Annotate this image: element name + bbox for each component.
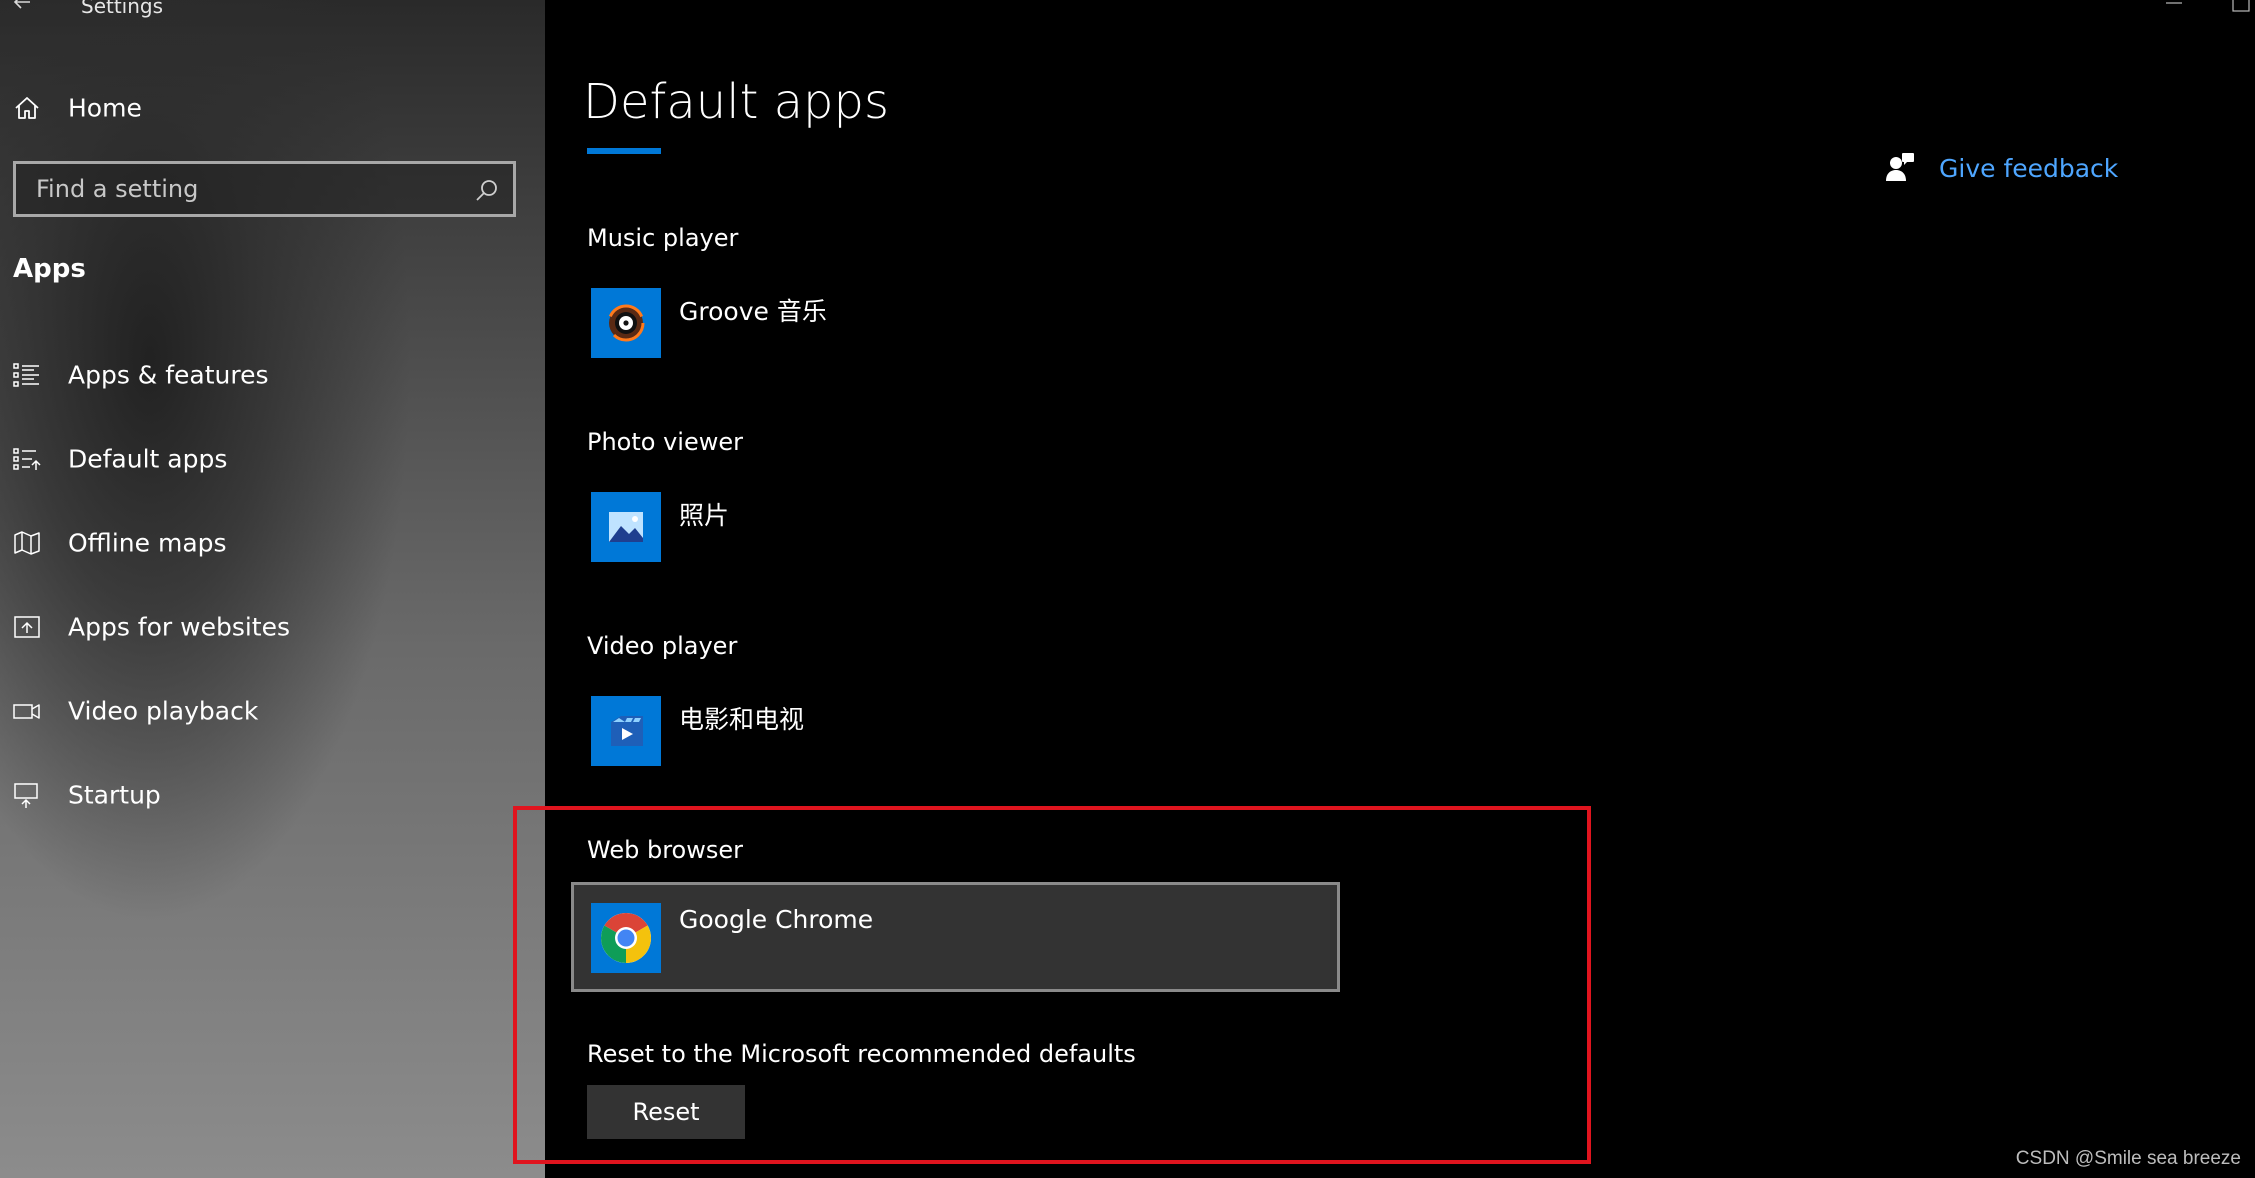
section-title: Apps xyxy=(13,254,86,284)
video-camera-icon xyxy=(13,704,40,719)
main-content: Default apps Give feedback Music player … xyxy=(545,0,2255,1178)
sidebar-item-label: Video playback xyxy=(68,696,259,726)
nav-home-label: Home xyxy=(68,93,142,123)
reset-label: Reset to the Microsoft recommended defau… xyxy=(587,1040,1136,1068)
reset-button[interactable]: Reset xyxy=(587,1085,745,1139)
web-browser-button[interactable]: Google Chrome xyxy=(571,882,1340,992)
default-apps-icon xyxy=(13,448,41,470)
photo-app-tile[interactable] xyxy=(591,492,661,562)
sidebar-item-offline-maps[interactable]: Offline maps xyxy=(0,513,545,573)
sidebar-item-label: Apps for websites xyxy=(68,612,291,642)
music-app-tile[interactable] xyxy=(591,288,661,358)
photos-icon xyxy=(609,512,643,542)
sidebar-item-startup[interactable]: Startup xyxy=(0,765,545,825)
sidebar-item-video-playback[interactable]: Video playback xyxy=(0,681,545,741)
give-feedback-label: Give feedback xyxy=(1939,154,2119,183)
browser-app-tile xyxy=(591,903,661,973)
sidebar-item-default-apps[interactable]: Default apps xyxy=(0,429,545,489)
sidebar-item-label: Apps & features xyxy=(68,360,269,390)
maximize-icon[interactable] xyxy=(2232,0,2250,12)
video-app-name: 电影和电视 xyxy=(679,705,805,734)
browser-app-name: Google Chrome xyxy=(679,905,874,934)
category-label-photo: Photo viewer xyxy=(587,428,743,456)
sidebar-item-apps-for-websites[interactable]: Apps for websites xyxy=(0,597,545,657)
feedback-person-icon xyxy=(1886,153,1914,181)
give-feedback-link[interactable]: Give feedback xyxy=(1885,148,2125,188)
music-app-name: Groove 音乐 xyxy=(679,297,827,326)
video-app-tile[interactable] xyxy=(591,696,661,766)
sidebar-item-apps-features[interactable]: Apps & features xyxy=(0,345,545,405)
sidebar-item-label: Offline maps xyxy=(68,528,227,558)
app-title: Settings xyxy=(81,0,164,18)
sidebar: Settings Home Apps Apps & features xyxy=(0,0,545,1178)
home-icon xyxy=(15,97,39,119)
sidebar-item-label: Default apps xyxy=(68,444,228,474)
map-icon xyxy=(14,531,40,555)
search-box[interactable] xyxy=(13,161,516,217)
startup-icon xyxy=(14,783,38,808)
list-icon xyxy=(13,363,39,387)
page-title: Default apps xyxy=(583,74,889,130)
sidebar-item-label: Startup xyxy=(68,780,161,810)
photo-app-name: 照片 xyxy=(679,501,730,530)
title-accent-bar xyxy=(587,148,661,154)
search-input[interactable] xyxy=(16,164,513,214)
movies-tv-icon xyxy=(611,716,643,746)
category-label-browser: Web browser xyxy=(587,836,743,864)
nav-home[interactable]: Home xyxy=(0,82,545,134)
search-icon[interactable] xyxy=(474,177,500,203)
groove-music-icon xyxy=(607,304,645,342)
chrome-icon xyxy=(601,913,651,963)
watermark: CSDN @Smile sea breeze xyxy=(2015,1148,2241,1169)
category-label-video: Video player xyxy=(587,632,738,660)
title-bar: Settings xyxy=(0,0,545,24)
open-in-app-icon xyxy=(14,616,40,638)
minimize-icon[interactable] xyxy=(2165,0,2183,8)
category-label-music: Music player xyxy=(587,224,739,252)
back-arrow-icon[interactable] xyxy=(10,0,34,14)
